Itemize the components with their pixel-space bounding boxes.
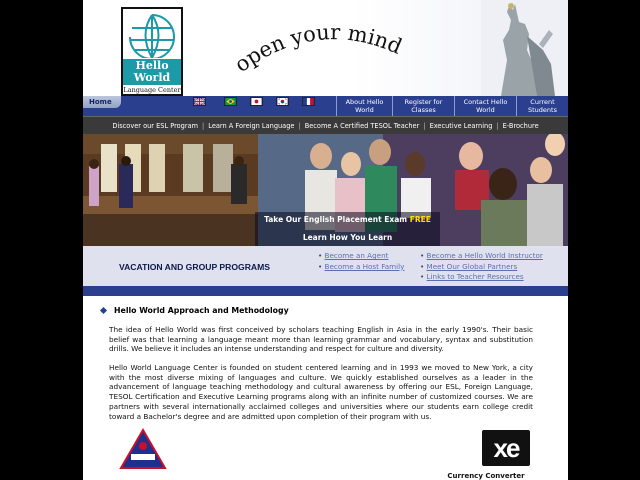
accreditation-badge[interactable] [119, 428, 167, 470]
slogan: open your mind [233, 20, 406, 77]
divider-band [83, 286, 568, 296]
xe-logo[interactable]: xe [482, 430, 530, 466]
cta-line2: Learn How You Learn [302, 233, 393, 242]
program-subnav: Discover our ESL Program | Learn A Foreign… [83, 116, 568, 134]
logo-title: Hello World [123, 59, 181, 85]
header: Hello World Language Center open your mi… [83, 0, 568, 96]
become-agent-link[interactable]: Become an Agent [325, 251, 389, 260]
host-family-link[interactable]: Become a Host Family [325, 262, 405, 271]
nav-contact[interactable]: Contact Hello World [454, 96, 516, 116]
teacher-resources-link[interactable]: Links to Teacher Resources [427, 272, 524, 281]
logo-subtitle: Language Center [123, 86, 181, 94]
global-partners-link[interactable]: Meet Our Global Partners [427, 262, 518, 271]
programs-links-left: Become an Agent Become a Host Family [318, 251, 405, 273]
korea-flag-icon[interactable] [276, 97, 289, 106]
subnav-ebrochure[interactable]: E-Brochure [503, 122, 539, 130]
logo-line2: World [133, 71, 171, 84]
section-bullet-icon [99, 306, 108, 315]
intro-paragraph: The idea of Hello World was first concei… [109, 325, 533, 354]
currency-converter-link[interactable]: Currency Converter [441, 472, 531, 480]
xe-logo-text: xe [493, 433, 521, 463]
hero-banner[interactable]: Take Our English Placement Exam FREE Lea… [83, 134, 568, 246]
main-nav: Home About Hello World Register for Clas… [83, 96, 568, 116]
cta-line1: Take Our English Placement Exam FREE [255, 215, 440, 224]
home-tab[interactable]: Home [83, 96, 121, 108]
svg-text:open your mind: open your mind [233, 20, 406, 77]
page: Hello World Language Center open your mi… [83, 0, 568, 480]
free-label: FREE [409, 215, 431, 224]
main-content: Hello World Approach and Methodology The… [83, 296, 568, 480]
list-item: Meet Our Global Partners [420, 262, 543, 273]
japan-flag-icon[interactable] [250, 97, 263, 106]
list-item: Become an Agent [318, 251, 404, 262]
statue-of-liberty-image [481, 0, 568, 96]
placement-exam-cta[interactable]: Take Our English Placement Exam FREE Lea… [255, 212, 440, 246]
programs-links-right: Become a Hello World Instructor Meet Our… [420, 251, 543, 283]
subnav-foreign-language[interactable]: Learn A Foreign Language [208, 122, 294, 130]
list-item: Links to Teacher Resources [420, 272, 543, 283]
nav-current-students[interactable]: Current Students [516, 96, 568, 116]
section-title: Hello World Approach and Methodology [114, 306, 289, 315]
cta-text: Take Our English Placement Exam [264, 215, 408, 224]
top-nav-links: About Hello World Register for Classes C… [336, 96, 568, 116]
subnav-tesol[interactable]: Become A Certified TESOL Teacher [305, 122, 420, 130]
subnav-esl[interactable]: Discover our ESL Program [112, 122, 198, 130]
history-paragraph: Hello World Language Center is founded o… [109, 363, 533, 421]
list-item: Become a Host Family [318, 262, 405, 273]
france-flag-icon[interactable] [302, 97, 315, 106]
programs-title[interactable]: VACATION AND GROUP PROGRAMS [119, 262, 270, 272]
nav-about[interactable]: About Hello World [336, 96, 392, 116]
slogan-text: open your mind [233, 20, 406, 77]
programs-band: VACATION AND GROUP PROGRAMS Become an Ag… [83, 246, 568, 286]
brazil-flag-icon[interactable] [224, 97, 237, 106]
subnav-executive[interactable]: Executive Learning [430, 122, 493, 130]
hello-world-logo[interactable]: Hello World Language Center [121, 7, 183, 96]
nav-register[interactable]: Register for Classes [392, 96, 454, 116]
instructor-link[interactable]: Become a Hello World Instructor [427, 251, 543, 260]
uk-flag-icon[interactable] [193, 97, 206, 106]
globe-icon [129, 14, 175, 58]
list-item: Become a Hello World Instructor [420, 251, 543, 262]
